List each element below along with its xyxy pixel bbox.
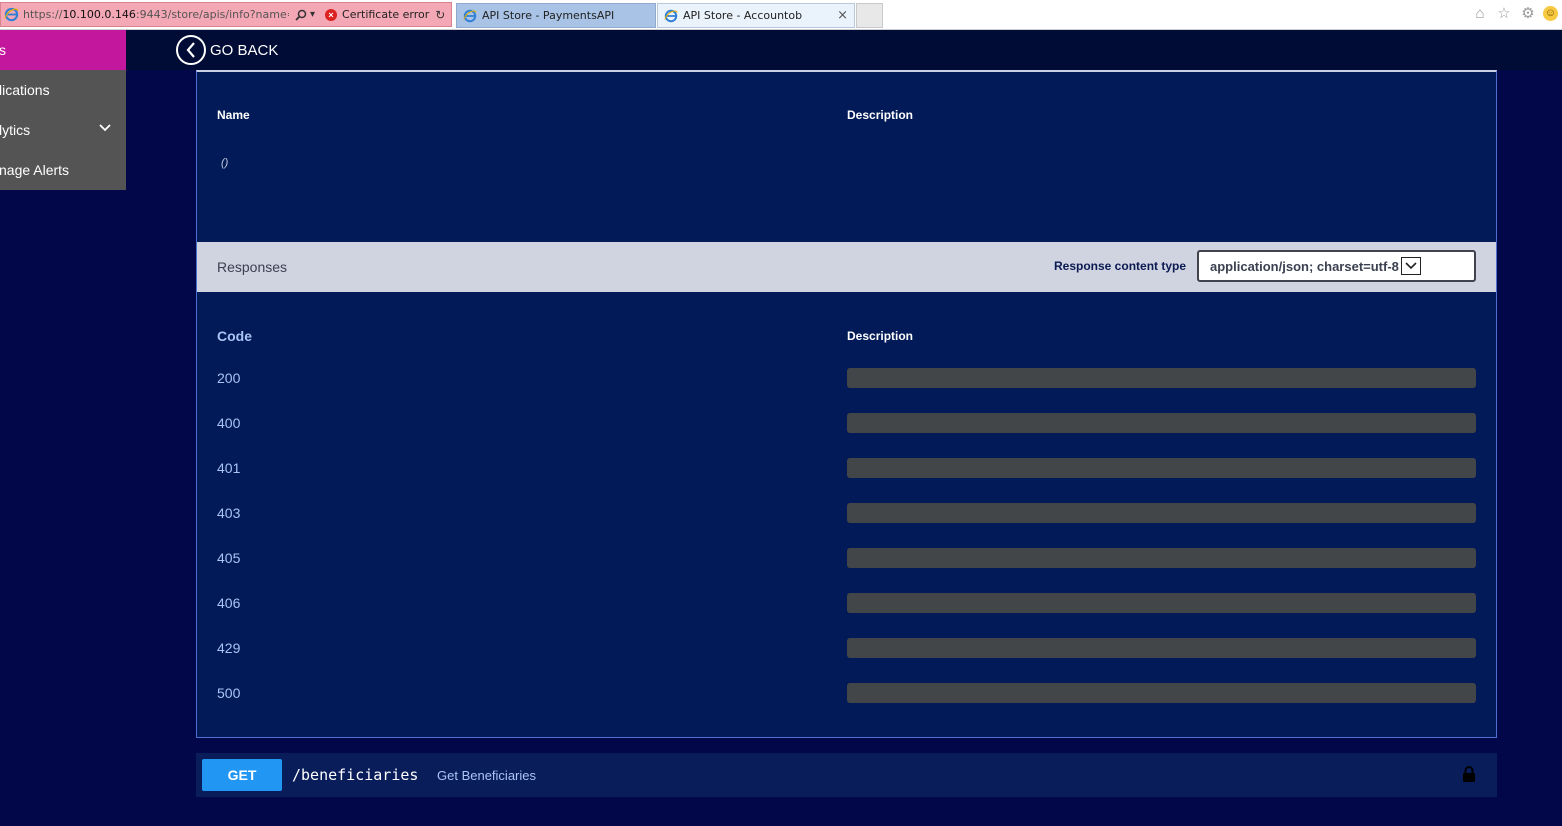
ie-logo-icon <box>463 9 477 22</box>
browser-tab-payments[interactable]: API Store - PaymentsAPI <box>456 3 656 28</box>
response-row: 500 <box>197 683 1496 703</box>
response-row: 401 <box>197 458 1496 478</box>
response-row: 405 <box>197 548 1496 568</box>
responses-title: Responses <box>217 259 288 275</box>
response-code: 500 <box>217 685 241 701</box>
response-description-header: Description <box>847 329 914 343</box>
sidebar: s lications lytics nage Alerts <box>0 30 126 190</box>
browser-tab-accounts[interactable]: API Store - Accountob × <box>657 3 855 28</box>
response-row: 429 <box>197 638 1496 658</box>
response-code: 400 <box>217 415 241 431</box>
param-description-header: Description <box>847 108 914 122</box>
home-icon[interactable]: ⌂ <box>1471 4 1489 22</box>
tab-title: API Store - Accountob <box>683 9 803 22</box>
response-content-type-select[interactable]: application/json; charset=utf-8 <box>1197 250 1476 282</box>
tab-title: API Store - PaymentsAPI <box>482 9 615 22</box>
operation-summary[interactable]: Get Beneficiaries <box>437 768 536 783</box>
lock-icon[interactable] <box>1462 765 1476 783</box>
sidebar-item-label: lytics <box>0 122 31 138</box>
sidebar-item-label: lications <box>0 82 50 98</box>
sidebar-item-manage-alerts[interactable]: nage Alerts <box>0 150 126 190</box>
response-code-header: Code <box>217 328 252 344</box>
search-dropdown[interactable]: ▾ <box>295 9 315 21</box>
settings-gear-icon[interactable]: ⚙ <box>1519 4 1537 22</box>
ie-logo-icon <box>664 9 678 22</box>
sidebar-item-applications[interactable]: lications <box>0 70 126 110</box>
address-bar[interactable]: https://10.100.0.146:9443/store/apis/inf… <box>0 2 452 27</box>
feedback-smiley-icon[interactable]: ☺ <box>1543 5 1558 21</box>
response-code: 401 <box>217 460 241 476</box>
ie-logo-icon <box>4 7 19 22</box>
url-text[interactable]: https://10.100.0.146:9443/store/apis/inf… <box>23 8 289 21</box>
go-back-button[interactable]: GO BACK <box>176 35 278 65</box>
refresh-icon[interactable]: ↻ <box>435 8 445 22</box>
response-description <box>847 683 1476 703</box>
response-description <box>847 413 1476 433</box>
response-description <box>847 368 1476 388</box>
response-description <box>847 548 1476 568</box>
response-row: 200 <box>197 368 1496 388</box>
operation-details-panel: Name Description () Responses Response c… <box>196 70 1497 738</box>
back-arrow-icon <box>176 35 206 65</box>
response-row: 406 <box>197 593 1496 613</box>
http-method-badge[interactable]: GET <box>202 759 282 791</box>
operation-path[interactable]: /beneficiaries <box>292 766 418 784</box>
go-back-label: GO BACK <box>210 41 279 59</box>
param-name-header: Name <box>217 108 250 122</box>
sidebar-item-analytics[interactable]: lytics <box>0 110 126 150</box>
responses-header-bar: Responses Response content type applicat… <box>197 242 1496 292</box>
chevron-down-icon[interactable] <box>99 123 111 133</box>
response-description <box>847 458 1476 478</box>
parameters-empty-value: () <box>221 157 229 169</box>
browser-toolbar: ⌂ ☆ ⚙ ☺ <box>1471 4 1558 22</box>
response-code: 200 <box>217 370 241 386</box>
response-code: 403 <box>217 505 241 521</box>
operation-row-get-beneficiaries[interactable]: GET /beneficiaries Get Beneficiaries <box>196 753 1497 797</box>
sidebar-item-label: s <box>0 42 6 58</box>
response-content-type-label: Response content type <box>1054 259 1187 273</box>
response-description <box>847 503 1476 523</box>
browser-chrome: https://10.100.0.146:9443/store/apis/inf… <box>0 0 1562 30</box>
response-row: 403 <box>197 503 1496 523</box>
response-code: 405 <box>217 550 241 566</box>
cert-error-label[interactable]: Certificate error <box>342 8 429 21</box>
response-description <box>847 638 1476 658</box>
new-tab-button[interactable] <box>856 3 883 28</box>
top-bar: GO BACK <box>0 30 1562 70</box>
search-icon[interactable] <box>295 9 307 21</box>
selected-content-type: application/json; charset=utf-8 <box>1210 258 1399 274</box>
favorites-star-icon[interactable]: ☆ <box>1495 4 1513 22</box>
response-code: 406 <box>217 595 241 611</box>
sidebar-item-label: nage Alerts <box>0 162 70 178</box>
close-tab-icon[interactable]: × <box>837 8 848 23</box>
cert-error-icon[interactable]: × <box>325 8 338 21</box>
response-row: 400 <box>197 413 1496 433</box>
response-code: 429 <box>217 640 241 656</box>
chevron-down-icon[interactable]: ▾ <box>310 9 315 20</box>
response-description <box>847 593 1476 613</box>
sidebar-item-apis[interactable]: s <box>0 30 126 70</box>
chevron-down-icon[interactable] <box>1400 257 1421 275</box>
